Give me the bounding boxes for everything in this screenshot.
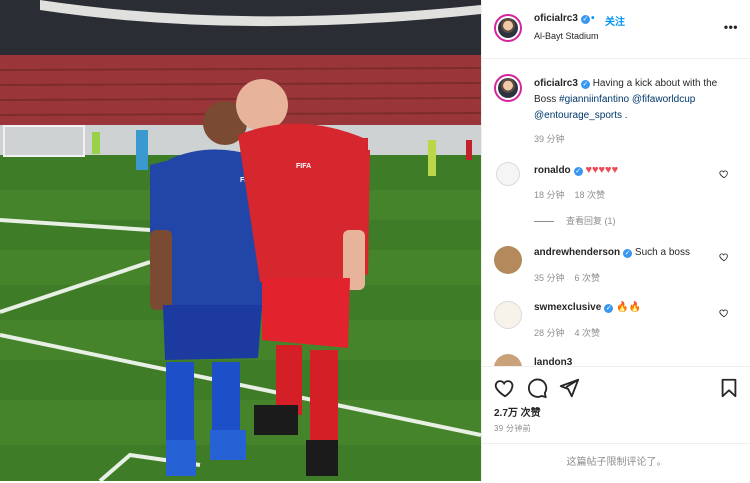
- hashtag-link[interactable]: #gianniinfantino: [559, 94, 629, 105]
- verified-badge-icon: ✓: [573, 167, 583, 176]
- comment-avatar-andrewhenderson[interactable]: [494, 246, 522, 274]
- likes-count[interactable]: 2.7万 次赞: [494, 404, 541, 419]
- verified-badge-icon: ✓: [580, 80, 590, 89]
- comment-time[interactable]: 28 分钟: [534, 328, 565, 338]
- comment-author[interactable]: landon3: [534, 357, 572, 366]
- author-avatar[interactable]: [494, 14, 522, 42]
- caption-time[interactable]: 39 分钟: [534, 132, 565, 145]
- comment-author[interactable]: swmexclusive: [534, 302, 601, 313]
- comment-meta: 18 分钟 18 次赞: [534, 188, 615, 201]
- caption-suffix: .: [621, 110, 628, 121]
- author-username[interactable]: oficialrc3: [534, 13, 578, 24]
- comment-meta: 35 分钟 6 次赞: [534, 271, 610, 284]
- more-options-icon[interactable]: •••: [724, 20, 738, 34]
- comments-restricted-notice: 这篇帖子限制评论了。: [482, 443, 750, 483]
- like-heart-icon[interactable]: [494, 377, 516, 399]
- jersey-logo-red: FIFA: [296, 163, 311, 170]
- replies-divider: [534, 221, 554, 223]
- comment-ronaldo: ronaldo ✓ ♥♥♥♥♥: [534, 162, 618, 179]
- verified-badge-icon: ✓: [623, 249, 633, 258]
- comment-like-heart-icon[interactable]: [719, 308, 729, 318]
- comment-author[interactable]: andrewhenderson: [534, 247, 620, 258]
- comment-likes[interactable]: 6 次赞: [575, 273, 601, 283]
- comment-like-heart-icon[interactable]: [719, 252, 729, 262]
- comment-time[interactable]: 18 分钟: [534, 190, 565, 200]
- comment-likes[interactable]: 4 次赞: [575, 328, 601, 338]
- comment-andrewhenderson: andrewhenderson ✓ Such a boss: [534, 245, 690, 261]
- follow-dot: •: [591, 13, 595, 24]
- comment-avatar-ronaldo[interactable]: [496, 162, 520, 186]
- comment-text: 🔥🔥: [616, 302, 641, 313]
- comment-avatar-swmexclusive[interactable]: [494, 301, 522, 329]
- comment-author[interactable]: ronaldo: [534, 165, 571, 176]
- comment-time[interactable]: 35 分钟: [534, 273, 565, 283]
- comment-likes[interactable]: 18 次赞: [575, 190, 606, 200]
- follow-button[interactable]: 关注: [605, 13, 625, 28]
- caption-author[interactable]: oficialrc3: [534, 78, 578, 89]
- stadium-scene: FIFA FIFA: [0, 0, 481, 481]
- verified-badge-icon: ✓: [604, 304, 614, 313]
- view-replies-label[interactable]: 查看回复 (1): [566, 216, 616, 226]
- caption-avatar[interactable]: [494, 74, 522, 102]
- comments-list[interactable]: oficialrc3 ✓ Having a kick about with the…: [482, 58, 750, 366]
- location-link[interactable]: Al-Bayt Stadium: [534, 31, 599, 41]
- comment-like-heart-icon[interactable]: [719, 169, 729, 179]
- comment-landon3: landon3: [534, 355, 572, 366]
- posted-time[interactable]: 39 分钟前: [494, 423, 531, 434]
- comment-icon[interactable]: [526, 377, 548, 399]
- post-header: oficialrc3 ✓ 关注 • Al-Bayt Stadium •••: [482, 0, 750, 59]
- comment-text: ♥♥♥♥♥: [585, 164, 619, 176]
- post-panel: oficialrc3 ✓ 关注 • Al-Bayt Stadium ••• ofi…: [481, 0, 750, 481]
- bookmark-icon[interactable]: [718, 377, 740, 399]
- caption-text: oficialrc3 ✓ Having a kick about with the…: [534, 76, 734, 124]
- comment-swmexclusive: swmexclusive ✓ 🔥🔥: [534, 300, 641, 316]
- action-bar: 2.7万 次赞 39 分钟前 这篇帖子限制评论了。: [482, 366, 750, 482]
- author-name-row: oficialrc3 ✓: [534, 13, 590, 24]
- mention-entourage[interactable]: @entourage_sports: [534, 110, 622, 121]
- mention-fifaworldcup[interactable]: @fifaworldcup: [632, 94, 696, 105]
- comment-text: Such a boss: [634, 247, 690, 258]
- verified-badge-icon: ✓: [580, 15, 590, 24]
- comment-meta: 28 分钟 4 次赞: [534, 326, 610, 339]
- comment-avatar-landon3[interactable]: [494, 354, 522, 366]
- view-replies-link[interactable]: 查看回复 (1): [534, 214, 616, 227]
- share-icon[interactable]: [558, 377, 580, 399]
- post-photo[interactable]: FIFA FIFA: [0, 0, 481, 481]
